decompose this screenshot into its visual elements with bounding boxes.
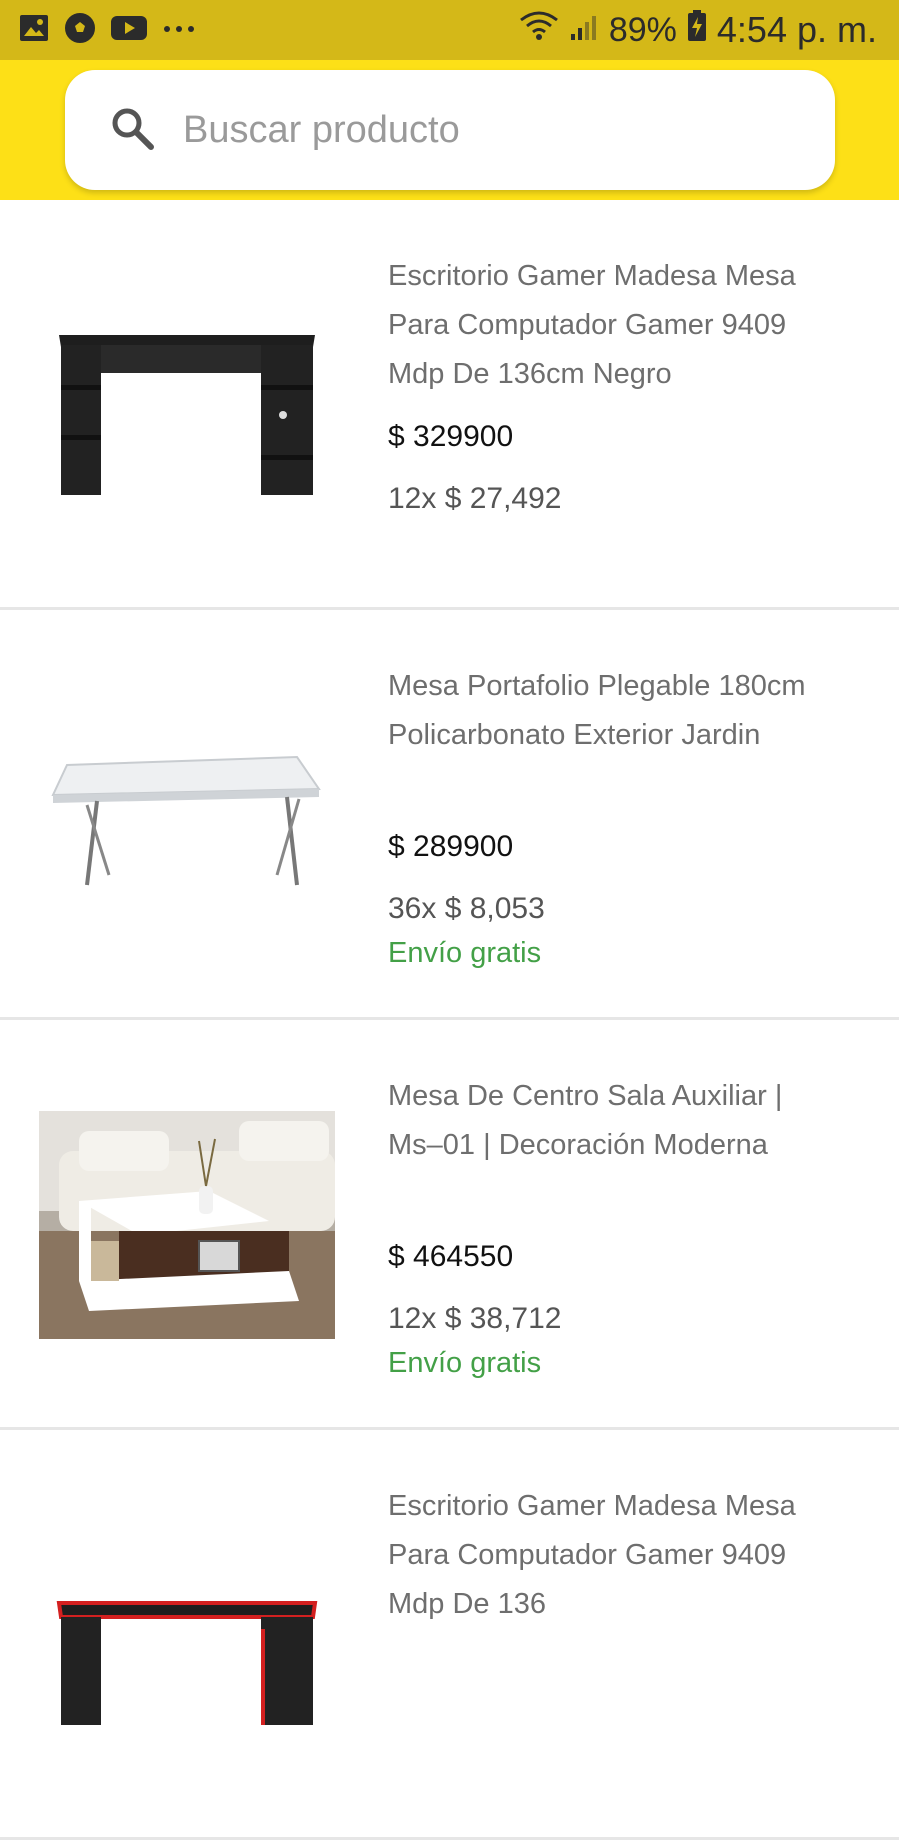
gallery-icon xyxy=(18,13,50,48)
product-info: Mesa Portafolio Plegable 180cm Policarbo… xyxy=(388,662,838,971)
notification-icons xyxy=(18,12,196,49)
product-price: $ 464550 xyxy=(388,1240,514,1273)
clock: 4:54 p. m. xyxy=(716,9,877,50)
product-installments: 36x $ 8,053 xyxy=(388,892,545,925)
product-info: Escritorio Gamer Madesa Mesa Para Comput… xyxy=(388,1482,838,1629)
product-card[interactable]: Escritorio Gamer Madesa Mesa Para Comput… xyxy=(0,200,899,610)
product-installments: 12x $ 38,712 xyxy=(388,1302,562,1335)
battery-charging-icon xyxy=(687,9,707,51)
product-info: Mesa De Centro Sala Auxiliar | Ms–01 | D… xyxy=(388,1072,838,1381)
product-price: $ 289900 xyxy=(388,830,514,863)
product-info: Escritorio Gamer Madesa Mesa Para Comput… xyxy=(388,252,838,517)
signal-icon xyxy=(569,9,599,51)
soccer-ball-icon xyxy=(64,12,96,49)
battery-percent: 89% xyxy=(608,10,677,49)
product-card[interactable]: Mesa Portafolio Plegable 180cm Policarbo… xyxy=(0,610,899,1020)
status-bar: 89% 4:54 p. m. xyxy=(0,0,899,60)
search-icon[interactable] xyxy=(109,105,155,156)
product-title[interactable]: Mesa De Centro Sala Auxiliar | Ms–01 | D… xyxy=(388,1072,838,1219)
search-bar[interactable] xyxy=(65,70,835,190)
free-shipping-label: Envío gratis xyxy=(388,937,542,969)
app-header xyxy=(0,60,899,200)
product-installments: 12x $ 27,492 xyxy=(388,482,562,515)
more-dots-icon xyxy=(162,21,196,39)
folding-table-image[interactable] xyxy=(36,680,338,950)
coffee-table-image[interactable] xyxy=(36,1090,338,1360)
black-desk-image[interactable] xyxy=(36,270,338,540)
search-input[interactable] xyxy=(183,108,743,152)
product-title[interactable]: Mesa Portafolio Plegable 180cm Policarbo… xyxy=(388,662,838,809)
wifi-icon xyxy=(519,9,559,51)
red-black-desk-image[interactable] xyxy=(36,1500,338,1770)
free-shipping-label: Envío gratis xyxy=(388,1347,542,1379)
product-card[interactable]: Mesa De Centro Sala Auxiliar | Ms–01 | D… xyxy=(0,1020,899,1430)
product-price: $ 329900 xyxy=(388,420,514,453)
product-title[interactable]: Escritorio Gamer Madesa Mesa Para Comput… xyxy=(388,1482,838,1629)
product-card[interactable]: Escritorio Gamer Madesa Mesa Para Comput… xyxy=(0,1430,899,1840)
youtube-icon xyxy=(110,14,148,47)
system-status: 89% 4:54 p. m. xyxy=(519,9,877,51)
product-list: Escritorio Gamer Madesa Mesa Para Comput… xyxy=(0,200,899,1840)
product-title[interactable]: Escritorio Gamer Madesa Mesa Para Comput… xyxy=(388,252,838,399)
